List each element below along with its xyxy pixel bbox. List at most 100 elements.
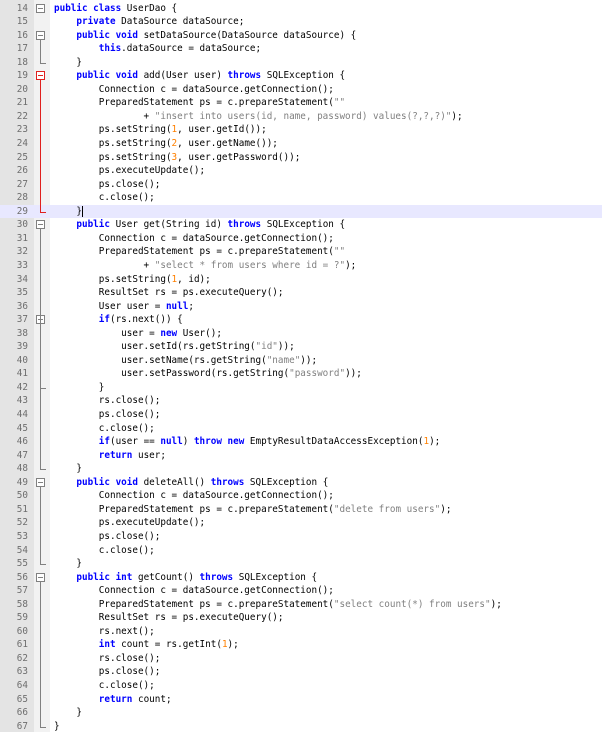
code-token: )); [345, 368, 362, 380]
code-token: count = rs.getInt( [115, 639, 222, 651]
code-line[interactable]: 24 ps.setString(2, user.getName()); [0, 137, 602, 151]
code-token: rs.close(); [54, 652, 161, 664]
code-line[interactable]: 27 ps.close(); [0, 178, 602, 192]
line-number: 15 [16, 16, 28, 28]
code-line[interactable]: 17 this.dataSource = dataSource; [0, 42, 602, 56]
code-line[interactable]: 60 rs.next(); [0, 625, 602, 639]
code-line[interactable]: 38 user = new User(); [0, 327, 602, 341]
code-token: User(); [177, 327, 222, 339]
code-line[interactable]: 31 Connection c = dataSource.getConnecti… [0, 232, 602, 246]
code-line[interactable]: 54 c.close(); [0, 544, 602, 558]
code-line[interactable]: 26 ps.executeUpdate(); [0, 164, 602, 178]
code-line[interactable]: 37 if(rs.next()) { [0, 313, 602, 327]
code-line[interactable]: 50 Connection c = dataSource.getConnecti… [0, 489, 602, 503]
code-text: Connection c = dataSource.getConnection(… [54, 83, 334, 97]
code-line[interactable]: 20 Connection c = dataSource.getConnecti… [0, 83, 602, 97]
code-line[interactable]: 49 public void deleteAll() throws SQLExc… [0, 476, 602, 490]
code-line[interactable]: 42 } [0, 381, 602, 395]
fold-toggle-icon[interactable] [36, 572, 45, 582]
code-text: user = new User(); [54, 327, 222, 341]
code-token: count; [132, 693, 172, 705]
code-line[interactable]: 41 user.setPassword(rs.getString("passwo… [0, 367, 602, 381]
fold-toggle-icon[interactable] [36, 220, 45, 230]
code-token: setDataSource(DataSource dataSource) { [137, 29, 357, 41]
code-line[interactable]: 48 } [0, 462, 602, 476]
code-line[interactable]: 61 int count = rs.getInt(1); [0, 638, 602, 652]
code-line[interactable]: 65 return count; [0, 693, 602, 707]
code-line[interactable]: 14 public class UserDao { [0, 2, 602, 16]
code-line[interactable]: 32 PreparedStatement ps = c.prepareState… [0, 245, 602, 259]
code-line[interactable]: 33 + "select * from users where id = ?")… [0, 259, 602, 273]
code-line[interactable]: 64 c.close(); [0, 679, 602, 693]
code-line[interactable]: 22 + "insert into users(id, name, passwo… [0, 110, 602, 124]
code-line[interactable]: 47 return user; [0, 449, 602, 463]
code-line[interactable]: 66 } [0, 706, 602, 720]
code-line[interactable]: 51 PreparedStatement ps = c.prepareState… [0, 503, 602, 517]
code-token: } [54, 381, 105, 393]
code-token: ps.close(); [54, 530, 161, 542]
fold-guide [40, 324, 41, 388]
fold-toggle-icon[interactable] [36, 71, 45, 81]
code-line[interactable]: 57 Connection c = dataSource.getConnecti… [0, 584, 602, 598]
code-line[interactable]: 36 User user = null; [0, 300, 602, 314]
line-number: 58 [16, 598, 28, 610]
code-line[interactable]: 15 private DataSource dataSource; [0, 15, 602, 29]
code-line[interactable]: 16 public void setDataSource(DataSource … [0, 29, 602, 43]
code-line[interactable]: 25 ps.setString(3, user.getPassword()); [0, 151, 602, 165]
fold-guide [40, 39, 41, 63]
code-line[interactable]: 53 ps.close(); [0, 530, 602, 544]
code-line[interactable]: 58 PreparedStatement ps = c.prepareState… [0, 598, 602, 612]
code-text: Connection c = dataSource.getConnection(… [54, 489, 334, 503]
code-line[interactable]: 19 public void add(User user) throws SQL… [0, 69, 602, 83]
code-text: } [54, 557, 82, 571]
code-line[interactable]: 62 rs.close(); [0, 652, 602, 666]
fold-toggle-icon[interactable] [36, 477, 45, 487]
code-token: "" [333, 246, 346, 258]
code-line[interactable]: 18 } [0, 56, 602, 70]
code-text: public void setDataSource(DataSource dat… [54, 29, 356, 43]
code-token: c.close(); [54, 544, 155, 556]
code-line[interactable]: 23 ps.setString(1, user.getId()); [0, 123, 602, 137]
line-number: 25 [16, 151, 28, 163]
fold-end-marker [40, 726, 46, 728]
code-line[interactable]: 21 PreparedStatement ps = c.prepareState… [0, 96, 602, 110]
code-line[interactable]: 34 ps.setString(1, id); [0, 273, 602, 287]
code-line[interactable]: 52 ps.executeUpdate(); [0, 516, 602, 530]
line-number: 14 [16, 2, 28, 14]
line-number: 51 [16, 503, 28, 515]
code-token: throw new [193, 436, 245, 448]
code-token: "select count(*) from users" [333, 598, 491, 610]
fold-toggle-icon[interactable] [36, 30, 45, 40]
line-number: 53 [16, 530, 28, 542]
code-text: ps.executeUpdate(); [54, 164, 205, 178]
code-line[interactable]: 59 ResultSet rs = ps.executeQuery(); [0, 611, 602, 625]
code-token: } [54, 558, 82, 570]
code-line[interactable]: 63 ps.close(); [0, 665, 602, 679]
code-line[interactable]: 35 ResultSet rs = ps.executeQuery(); [0, 286, 602, 300]
code-line[interactable]: 40 user.setName(rs.getString("name")); [0, 354, 602, 368]
code-line[interactable]: 39 user.setId(rs.getString("id")); [0, 340, 602, 354]
code-line[interactable]: 45 c.close(); [0, 422, 602, 436]
line-number: 48 [16, 463, 28, 475]
code-line[interactable]: 56 public int getCount() throws SQLExcep… [0, 571, 602, 585]
line-number: 37 [16, 314, 28, 326]
code-line[interactable]: 67} [0, 720, 602, 733]
code-token: ); [440, 503, 452, 515]
line-number: 60 [16, 625, 28, 637]
fold-toggle-icon[interactable] [36, 3, 45, 13]
code-token: UserDao { [121, 2, 178, 14]
code-token: } [54, 56, 82, 68]
code-line[interactable]: 43 rs.close(); [0, 394, 602, 408]
code-token: getCount() [132, 571, 200, 583]
code-line[interactable]: 30 public User get(String id) throws SQL… [0, 218, 602, 232]
code-line[interactable]: 55 } [0, 557, 602, 571]
code-line[interactable]: 44 ps.close(); [0, 408, 602, 422]
code-editor[interactable]: 14 public class UserDao {15 private DataS… [0, 0, 602, 732]
code-line[interactable]: 46 if(user == null) throw new EmptyResul… [0, 435, 602, 449]
code-line[interactable]: 28 c.close(); [0, 191, 602, 205]
code-line[interactable]: 29 } [0, 204, 602, 219]
code-token: public void [76, 476, 138, 488]
